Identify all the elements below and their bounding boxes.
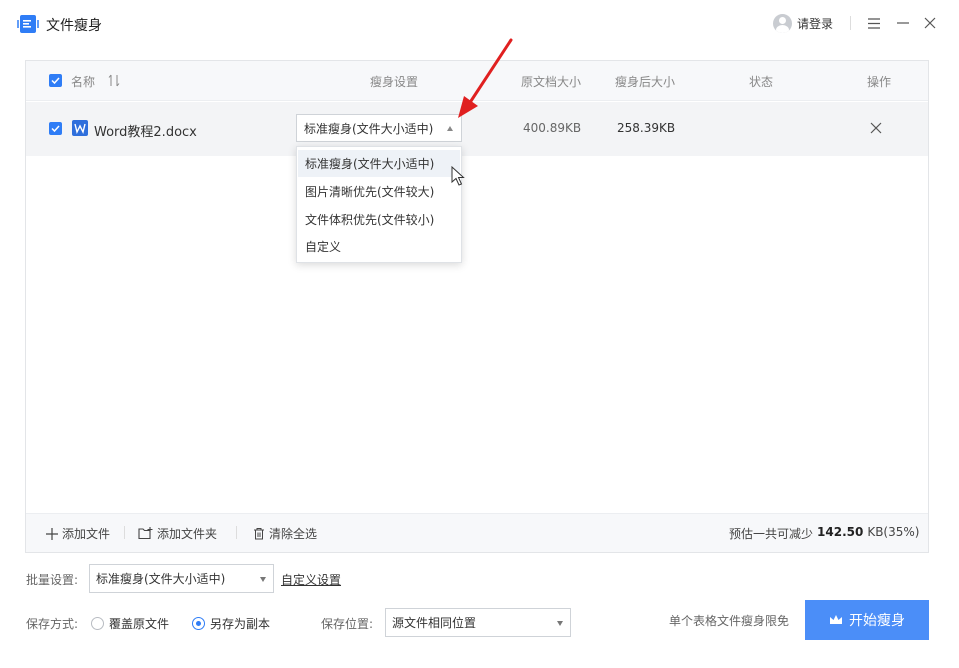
minimize-button[interactable] xyxy=(893,12,913,34)
close-icon xyxy=(924,17,936,29)
save-location-value: 源文件相同位置 xyxy=(392,616,477,630)
minimize-icon xyxy=(897,22,909,24)
radio-overwrite-label: 覆盖原文件 xyxy=(109,617,170,631)
custom-settings-link[interactable]: 自定义设置 xyxy=(281,571,341,588)
estimate-suffix: KB(35%) xyxy=(867,525,920,539)
add-folder-button[interactable]: 添加文件夹 xyxy=(138,525,217,542)
add-file-button[interactable]: 添加文件 xyxy=(46,525,110,542)
row-original-size: 400.89KB xyxy=(523,121,582,135)
dropdown-option-standard[interactable]: 标准瘦身(文件大小适中) xyxy=(298,150,460,177)
app-title: 文件瘦身 xyxy=(46,18,102,34)
radio-save-copy[interactable]: 另存为副本 xyxy=(192,615,270,632)
batch-setting-value: 标准瘦身(文件大小适中) xyxy=(96,572,226,586)
app-logo-icon xyxy=(17,15,39,33)
word-file-icon xyxy=(72,120,88,136)
login-label: 请登录 xyxy=(797,17,834,31)
start-slim-label: 开始瘦身 xyxy=(849,613,905,629)
column-slim-size: 瘦身后大小 xyxy=(615,75,676,89)
chevron-down-icon xyxy=(260,577,266,582)
column-original-size: 原文档大小 xyxy=(521,75,582,89)
add-folder-label: 添加文件夹 xyxy=(157,527,218,541)
remove-row-icon[interactable] xyxy=(870,122,882,134)
clear-all-button[interactable]: 清除全选 xyxy=(253,525,317,542)
row-checkbox[interactable] xyxy=(49,122,62,135)
add-folder-icon xyxy=(138,527,153,540)
row-setting-value: 标准瘦身(文件大小适中) xyxy=(304,121,434,136)
footer-divider xyxy=(236,526,237,539)
row-file-name: Word教程2.docx xyxy=(94,125,197,140)
chevron-down-icon xyxy=(557,621,563,626)
radio-copy-label: 另存为副本 xyxy=(210,617,271,631)
column-status: 状态 xyxy=(749,75,774,89)
crown-icon xyxy=(830,615,842,624)
close-window-button[interactable] xyxy=(920,12,940,34)
trash-icon xyxy=(254,528,264,540)
estimate-prefix: 预估一共可减少 xyxy=(729,527,814,541)
titlebar-divider xyxy=(850,16,851,30)
radio-overwrite[interactable]: 覆盖原文件 xyxy=(91,615,169,632)
clear-all-label: 清除全选 xyxy=(269,527,318,541)
mouse-cursor-icon xyxy=(451,166,465,186)
promo-text: 单个表格文件瘦身限免 xyxy=(669,614,790,628)
column-setting: 瘦身设置 xyxy=(370,75,419,89)
dropdown-option-custom[interactable]: 自定义 xyxy=(298,233,460,260)
batch-setting-select[interactable]: 标准瘦身(文件大小适中) xyxy=(89,564,274,593)
checkmark-icon xyxy=(51,77,60,84)
column-name: 名称 xyxy=(71,75,96,89)
column-action: 操作 xyxy=(867,75,892,89)
row-slim-size: 258.39KB xyxy=(617,121,676,135)
menu-icon xyxy=(868,17,880,29)
table-header xyxy=(26,61,928,101)
dropdown-option-file-size[interactable]: 文件体积优先(文件较小) xyxy=(298,206,460,233)
save-location-label: 保存位置: xyxy=(321,617,374,631)
save-mode-label: 保存方式: xyxy=(26,617,79,631)
plus-icon xyxy=(46,527,58,540)
row-setting-select[interactable]: 标准瘦身(文件大小适中) xyxy=(296,114,462,142)
save-location-select[interactable]: 源文件相同位置 xyxy=(385,608,571,637)
estimate-value: 142.50 xyxy=(817,525,864,539)
footer-divider xyxy=(124,526,125,539)
setting-dropdown-menu: 标准瘦身(文件大小适中) 图片清晰优先(文件较大) 文件体积优先(文件较小) 自… xyxy=(296,146,462,263)
start-slim-button[interactable]: 开始瘦身 xyxy=(805,600,929,640)
batch-setting-label: 批量设置: xyxy=(26,573,79,587)
user-avatar-icon xyxy=(773,14,792,33)
estimate-text: 预估一共可减少 142.50 KB(35%) xyxy=(729,525,919,542)
radio-on-icon xyxy=(192,617,205,630)
select-all-checkbox[interactable] xyxy=(49,74,62,87)
select-arrow-up-icon xyxy=(447,126,453,131)
add-file-label: 添加文件 xyxy=(62,527,111,541)
dropdown-option-image-quality[interactable]: 图片清晰优先(文件较大) xyxy=(298,178,460,205)
checkmark-icon xyxy=(51,125,60,132)
login-button[interactable]: 请登录 xyxy=(773,14,833,33)
sort-icon[interactable] xyxy=(108,74,120,87)
menu-button[interactable] xyxy=(864,12,884,34)
radio-off-icon xyxy=(91,617,104,630)
